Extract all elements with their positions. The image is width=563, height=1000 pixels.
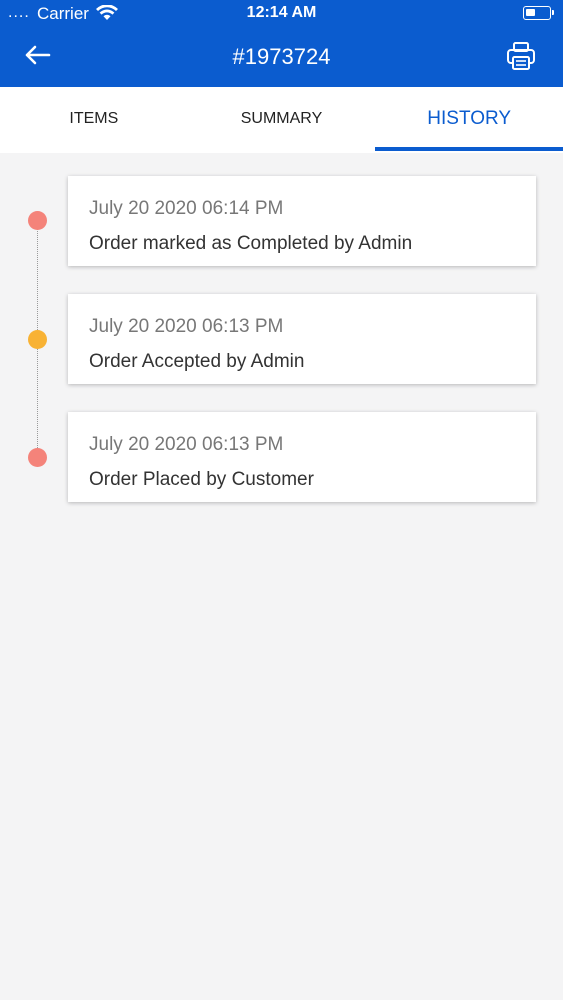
app-header: .... Carrier 12:14 AM #1973724 <box>0 0 563 87</box>
timeline-dot <box>28 211 47 230</box>
print-button[interactable] <box>502 40 540 76</box>
tab-bar: ITEMS SUMMARY HISTORY <box>0 87 563 153</box>
timeline-dot <box>28 330 47 349</box>
tab-items[interactable]: ITEMS <box>0 87 188 153</box>
history-date: July 20 2020 06:14 PM <box>89 198 284 219</box>
status-time: 12:14 AM <box>246 4 317 21</box>
history-event: Order Placed by Customer <box>89 469 314 490</box>
history-card: July 20 2020 06:13 PM Order Placed by Cu… <box>68 412 536 502</box>
history-card: July 20 2020 06:14 PM Order marked as Co… <box>68 176 536 266</box>
printer-icon <box>505 40 537 77</box>
order-number-title: #1973724 <box>232 44 331 69</box>
history-date: July 20 2020 06:13 PM <box>89 316 284 337</box>
tab-summary[interactable]: SUMMARY <box>188 87 376 153</box>
history-date: July 20 2020 06:13 PM <box>89 434 284 455</box>
status-bar: .... Carrier 12:14 AM <box>0 0 563 28</box>
timeline-dot <box>28 448 47 467</box>
tab-history[interactable]: HISTORY <box>375 87 563 153</box>
history-event: Order marked as Completed by Admin <box>89 233 413 254</box>
history-event: Order Accepted by Admin <box>89 351 305 372</box>
history-card: July 20 2020 06:13 PM Order Accepted by … <box>68 294 536 384</box>
battery-icon <box>523 6 554 20</box>
